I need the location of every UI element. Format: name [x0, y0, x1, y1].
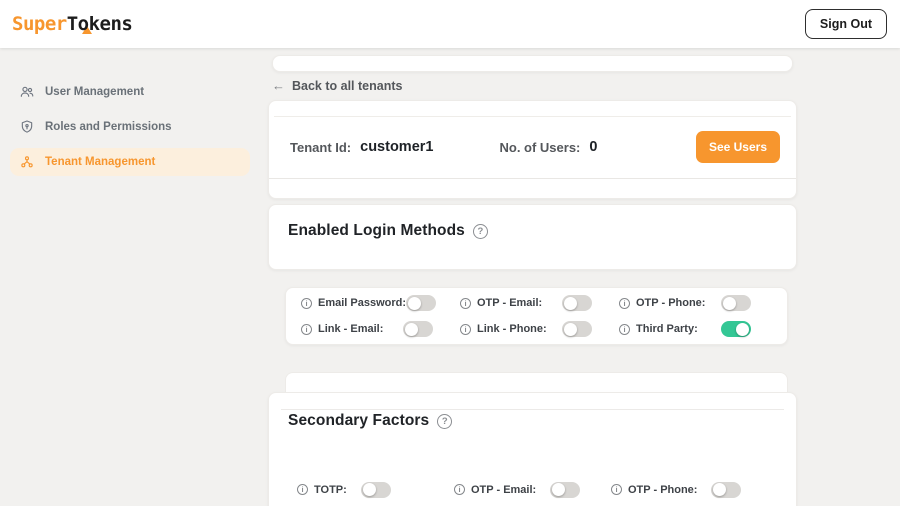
- toggle-otp-phone: OTP - Phone:: [619, 296, 751, 311]
- secondary-factors-toggle-row: TOTP: OTP - Email:: [269, 482, 796, 497]
- toggle-switch[interactable]: [550, 482, 580, 498]
- switch-knob: [564, 297, 577, 310]
- toggle-email-password: Email Password:: [301, 296, 433, 311]
- sidebar-item-tenant-management[interactable]: Tenant Management: [10, 148, 250, 176]
- sidebar-item-label: Tenant Management: [45, 156, 155, 168]
- tenant-detail-page: ← Back to all tenants Tenant Id: custome…: [268, 48, 797, 506]
- toggle-totp: TOTP:: [297, 482, 454, 497]
- back-to-all-tenants-link[interactable]: ← Back to all tenants: [268, 75, 797, 96]
- info-icon[interactable]: [611, 484, 622, 495]
- tenant-info-row: Tenant Id: customer1 No. of Users: 0 See…: [269, 117, 796, 178]
- info-icon[interactable]: [301, 298, 312, 309]
- toggle-otp-phone: OTP - Phone:: [611, 482, 768, 497]
- top-header: SuperTokens Sign Out: [0, 0, 900, 48]
- toggle-third-party: Third Party:: [619, 322, 751, 337]
- switch-knob: [564, 323, 577, 336]
- sidebar-item-label: Roles and Permissions: [45, 121, 172, 133]
- login-methods-toggle-grid: Email Password: OTP - Email: OTP -: [285, 287, 788, 345]
- toggle-switch[interactable]: [403, 321, 433, 337]
- toggle-switch[interactable]: [711, 482, 741, 498]
- toggle-label: TOTP:: [314, 484, 347, 496]
- help-question-icon[interactable]: [437, 414, 452, 429]
- toggle-switch[interactable]: [721, 295, 751, 311]
- secondary-factors-card: Secondary Factors TOTP:: [268, 392, 797, 506]
- toggle-switch[interactable]: [562, 321, 592, 337]
- info-icon[interactable]: [301, 324, 312, 335]
- toggle-label: Email Password:: [318, 297, 406, 309]
- back-link-label: Back to all tenants: [292, 79, 402, 93]
- toggle-switch[interactable]: [406, 295, 436, 311]
- toggle-label: OTP - Email:: [477, 297, 542, 309]
- enabled-login-methods-card: Enabled Login Methods: [268, 204, 797, 270]
- toggle-switch[interactable]: [721, 321, 751, 337]
- sidebar: User Management Roles and Permissions Te…: [0, 48, 260, 506]
- back-arrow-icon: ←: [272, 78, 285, 93]
- supertokens-logo: SuperTokens: [12, 13, 132, 35]
- users-icon: [19, 84, 35, 100]
- scrolled-card-edge: [272, 55, 793, 72]
- toggle-label: OTP - Phone:: [628, 484, 697, 496]
- info-icon[interactable]: [460, 324, 471, 335]
- help-question-icon[interactable]: [473, 224, 488, 239]
- toggle-link-phone: Link - Phone:: [460, 322, 592, 337]
- switch-knob: [405, 323, 418, 336]
- toggle-label: Link - Phone:: [477, 323, 547, 335]
- users-count-value: 0: [589, 139, 597, 155]
- shield-icon: [19, 119, 35, 135]
- users-count-group: No. of Users: 0: [499, 139, 597, 155]
- toggle-otp-email: OTP - Email:: [454, 482, 611, 497]
- sign-out-button[interactable]: Sign Out: [805, 9, 887, 39]
- info-icon[interactable]: [460, 298, 471, 309]
- toggle-label: Third Party:: [636, 323, 698, 335]
- divider: [269, 178, 796, 179]
- info-icon[interactable]: [454, 484, 465, 495]
- see-users-button[interactable]: See Users: [696, 131, 780, 163]
- card-top-edge: [285, 372, 788, 392]
- toggle-otp-email: OTP - Email:: [460, 296, 592, 311]
- toggle-label: OTP - Phone:: [636, 297, 705, 309]
- enabled-login-methods-title: Enabled Login Methods: [288, 222, 465, 240]
- card-inner-edge: [274, 101, 791, 117]
- hierarchy-icon: [19, 154, 35, 170]
- sidebar-item-label: User Management: [45, 86, 144, 98]
- info-icon[interactable]: [619, 324, 630, 335]
- logo-text-super: Super: [12, 13, 67, 35]
- toggle-label: Link - Email:: [318, 323, 383, 335]
- logo-text-tokens: Tokens: [67, 13, 133, 35]
- switch-knob: [736, 323, 749, 336]
- toggle-link-email: Link - Email:: [301, 322, 433, 337]
- sidebar-item-roles-permissions[interactable]: Roles and Permissions: [10, 113, 250, 141]
- info-icon[interactable]: [619, 298, 630, 309]
- tenant-id-value: customer1: [360, 139, 433, 155]
- info-icon[interactable]: [297, 484, 308, 495]
- section-heading: Secondary Factors: [288, 412, 777, 430]
- secondary-factors-title: Secondary Factors: [288, 412, 429, 430]
- toggle-switch[interactable]: [562, 295, 592, 311]
- switch-knob: [408, 297, 421, 310]
- switch-knob: [723, 297, 736, 310]
- users-count-label: No. of Users:: [499, 140, 580, 155]
- divider: [281, 409, 784, 410]
- toggle-switch[interactable]: [361, 482, 391, 498]
- section-heading: Enabled Login Methods: [288, 222, 777, 240]
- switch-knob: [363, 483, 376, 496]
- tenant-id-label: Tenant Id:: [290, 140, 351, 155]
- switch-knob: [713, 483, 726, 496]
- sidebar-item-user-management[interactable]: User Management: [10, 78, 250, 106]
- switch-knob: [552, 483, 565, 496]
- tenant-info-card: Tenant Id: customer1 No. of Users: 0 See…: [268, 100, 797, 199]
- toggle-label: OTP - Email:: [471, 484, 536, 496]
